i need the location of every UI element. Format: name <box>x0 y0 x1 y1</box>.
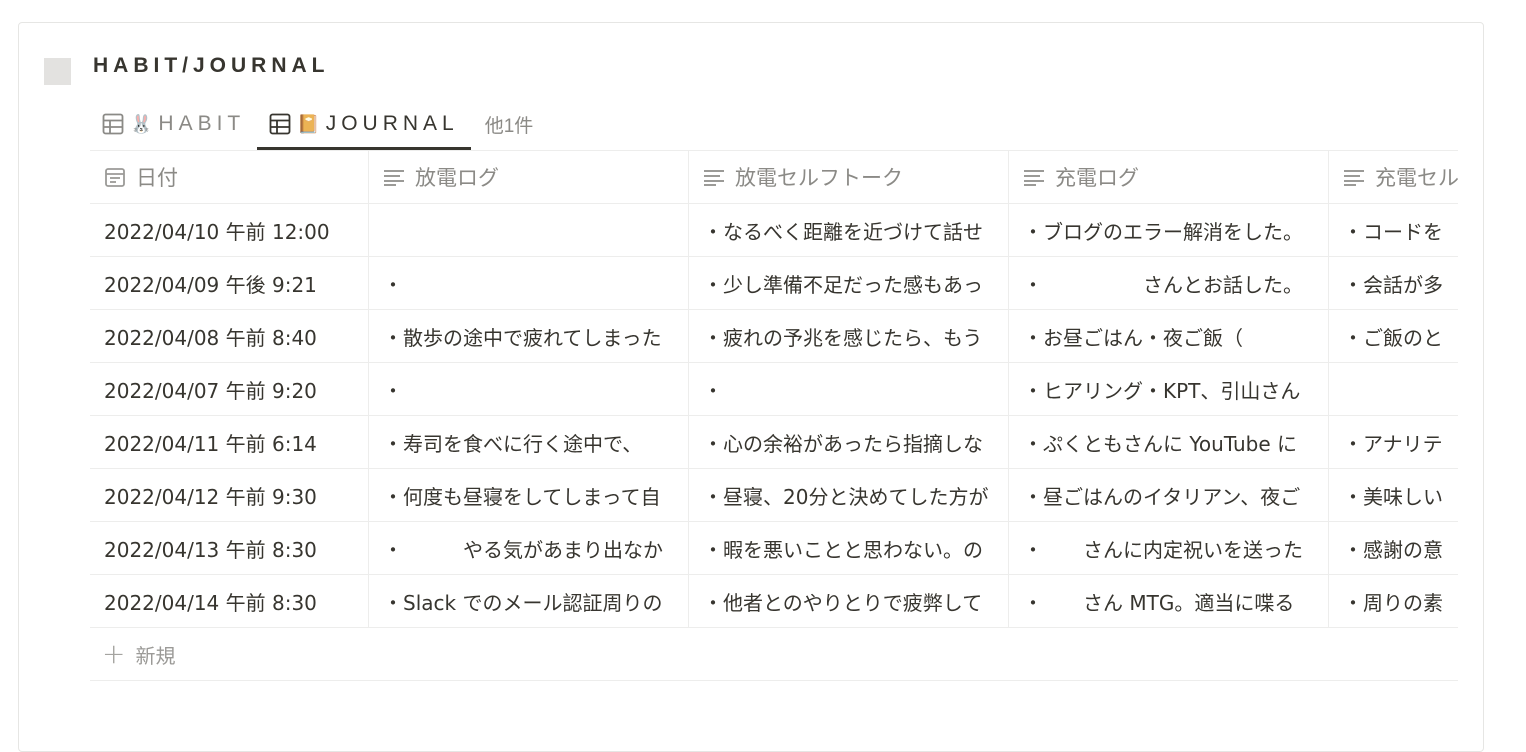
date-cell[interactable]: 2022/04/07 午前 9:20 <box>90 363 369 415</box>
tab-label: JOURNAL <box>325 112 459 135</box>
table-row[interactable]: 2022/04/14 午前 8:30 ・Slack でのメール認証周りの ・他者… <box>90 575 1458 628</box>
text-lines-icon <box>703 168 725 186</box>
date-cell[interactable]: 2022/04/10 午前 12:00 <box>90 204 369 256</box>
discharge-selftalk-cell[interactable]: ・疲れの予兆を感じたら、もう <box>689 310 1009 362</box>
more-views-button[interactable]: 他1件 <box>471 98 546 150</box>
discharge-selftalk-cell[interactable]: ・心の余裕があったら指摘しな <box>689 416 1009 468</box>
charge-log-cell[interactable]: ・ヒアリング・KPT、引山さん <box>1009 363 1329 415</box>
new-row-label: 新規 <box>135 643 176 668</box>
charge-log-cell[interactable]: ・ さん MTG。適当に喋る <box>1009 575 1329 627</box>
date-cell[interactable]: 2022/04/09 午後 9:21 <box>90 257 369 309</box>
date-cell[interactable]: 2022/04/11 午前 6:14 <box>90 416 369 468</box>
plus-icon: + <box>102 637 126 670</box>
table-row[interactable]: 2022/04/13 午前 8:30 ・ やる気があまり出なか ・暇を悪いことと… <box>90 522 1458 575</box>
date-cell[interactable]: 2022/04/13 午前 8:30 <box>90 522 369 574</box>
rabbit-icon: 🐰 <box>130 113 153 134</box>
charge-log-cell[interactable]: ・ さんに内定祝いを送った <box>1009 522 1329 574</box>
column-header-date[interactable]: 日付 <box>90 151 369 203</box>
text-lines-icon <box>1023 168 1045 186</box>
discharge-log-cell[interactable]: ・Slack でのメール認証周りの <box>369 575 689 627</box>
charge-selftalk-cell[interactable]: ・周りの素 <box>1329 575 1458 627</box>
view-tabs: 🐰 HABIT 📔 JOURNAL 他1件 <box>90 98 545 150</box>
table-row[interactable]: 2022/04/09 午後 9:21 ・ ・少し準備不足だった感もあっ ・ さん… <box>90 257 1458 310</box>
table-row[interactable]: 2022/04/11 午前 6:14 ・寿司を食べに行く途中で、 ・心の余裕があ… <box>90 416 1458 469</box>
charge-log-cell[interactable]: ・ぷくともさんに YouTube に <box>1009 416 1329 468</box>
discharge-log-cell[interactable]: ・何度も昼寝をしてしまって自 <box>369 469 689 521</box>
discharge-log-cell[interactable]: ・ <box>369 363 689 415</box>
charge-log-cell[interactable]: ・昼ごはんのイタリアン、夜ご <box>1009 469 1329 521</box>
column-label: 充電セル <box>1375 166 1458 190</box>
column-header-charge-log[interactable]: 充電ログ <box>1009 151 1329 203</box>
table-icon <box>269 113 291 135</box>
column-header-discharge-log[interactable]: 放電ログ <box>369 151 689 203</box>
text-lines-icon <box>383 168 405 186</box>
calendar-icon <box>104 166 126 188</box>
charge-selftalk-cell[interactable] <box>1329 363 1458 415</box>
new-row-button[interactable]: + 新規 <box>90 628 1458 681</box>
discharge-selftalk-cell[interactable]: ・少し準備不足だった感もあっ <box>689 257 1009 309</box>
text-lines-icon <box>1343 168 1365 186</box>
tab-label: HABIT <box>158 112 246 135</box>
charge-selftalk-cell[interactable]: ・美味しい <box>1329 469 1458 521</box>
column-label: 充電ログ <box>1055 166 1139 190</box>
date-cell[interactable]: 2022/04/14 午前 8:30 <box>90 575 369 627</box>
block-title: HABIT/JOURNAL <box>93 54 330 77</box>
charge-log-cell[interactable]: ・ブログのエラー解消をした。 <box>1009 204 1329 256</box>
discharge-selftalk-cell[interactable]: ・暇を悪いことと思わない。の <box>689 522 1009 574</box>
table-row[interactable]: 2022/04/10 午前 12:00 ・なるべく距離を近づけて話せ ・ブログの… <box>90 204 1458 257</box>
charge-log-cell[interactable]: ・お昼ごはん・夜ご飯（ <box>1009 310 1329 362</box>
date-cell[interactable]: 2022/04/08 午前 8:40 <box>90 310 369 362</box>
discharge-log-cell[interactable]: ・散歩の途中で疲れてしまった <box>369 310 689 362</box>
discharge-selftalk-cell[interactable]: ・昼寝、20分と決めてした方が <box>689 469 1009 521</box>
discharge-selftalk-cell[interactable]: ・ <box>689 363 1009 415</box>
charge-selftalk-cell[interactable]: ・コードを <box>1329 204 1458 256</box>
discharge-selftalk-cell[interactable]: ・なるべく距離を近づけて話せ <box>689 204 1009 256</box>
discharge-log-cell[interactable]: ・ <box>369 257 689 309</box>
column-label: 放電ログ <box>415 166 499 190</box>
notebook-icon: 📔 <box>297 113 320 134</box>
column-label: 日付 <box>136 166 178 190</box>
table-row[interactable]: 2022/04/12 午前 9:30 ・何度も昼寝をしてしまって自 ・昼寝、20… <box>90 469 1458 522</box>
table-row[interactable]: 2022/04/07 午前 9:20 ・ ・ ・ヒアリング・KPT、引山さん <box>90 363 1458 416</box>
discharge-selftalk-cell[interactable]: ・他者とのやりとりで疲弊して <box>689 575 1009 627</box>
tab-journal[interactable]: 📔 JOURNAL <box>257 98 472 150</box>
table-icon <box>102 113 124 135</box>
discharge-log-cell[interactable]: ・寿司を食べに行く途中で、 <box>369 416 689 468</box>
charge-log-cell[interactable]: ・ さんとお話した。 <box>1009 257 1329 309</box>
journal-table: 日付 放電ログ 放電セルフトーク 充電ログ 充電セル 2022/04/10 午前… <box>90 151 1458 681</box>
table-row[interactable]: 2022/04/08 午前 8:40 ・散歩の途中で疲れてしまった ・疲れの予兆… <box>90 310 1458 363</box>
page-icon-placeholder[interactable] <box>44 58 71 85</box>
charge-selftalk-cell[interactable]: ・アナリテ <box>1329 416 1458 468</box>
date-cell[interactable]: 2022/04/12 午前 9:30 <box>90 469 369 521</box>
table-header: 日付 放電ログ 放電セルフトーク 充電ログ 充電セル <box>90 151 1458 204</box>
charge-selftalk-cell[interactable]: ・会話が多 <box>1329 257 1458 309</box>
column-header-discharge-selftalk[interactable]: 放電セルフトーク <box>689 151 1009 203</box>
charge-selftalk-cell[interactable]: ・感謝の意 <box>1329 522 1458 574</box>
column-label: 放電セルフトーク <box>735 166 903 190</box>
discharge-log-cell[interactable] <box>369 204 689 256</box>
column-header-charge-selftalk[interactable]: 充電セル <box>1329 151 1458 203</box>
tab-habit[interactable]: 🐰 HABIT <box>90 98 257 150</box>
discharge-log-cell[interactable]: ・ やる気があまり出なか <box>369 522 689 574</box>
charge-selftalk-cell[interactable]: ・ご飯のと <box>1329 310 1458 362</box>
